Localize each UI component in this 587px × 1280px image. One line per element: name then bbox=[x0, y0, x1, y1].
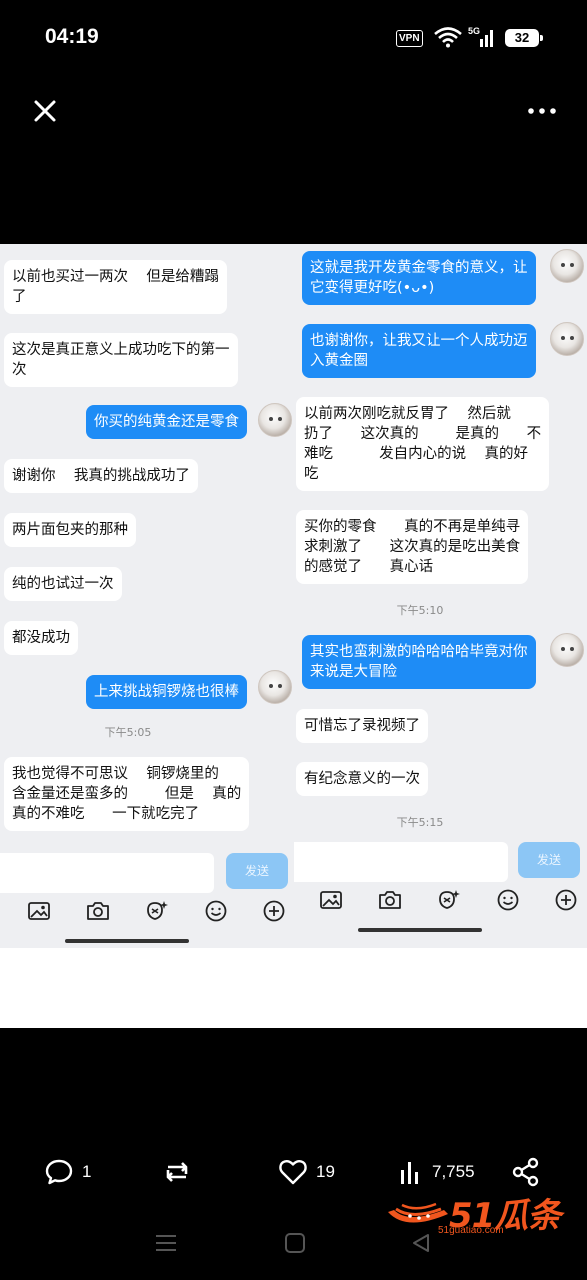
avatar bbox=[258, 670, 292, 704]
bar-chart-icon bbox=[401, 1162, 418, 1184]
avatar bbox=[550, 249, 584, 283]
heart-icon bbox=[279, 1159, 307, 1185]
chat-message: 有纪念意义的一次 bbox=[296, 762, 428, 796]
emoji-icon[interactable] bbox=[203, 898, 229, 924]
comment-button[interactable]: 1 bbox=[44, 1155, 91, 1189]
add-icon[interactable] bbox=[553, 887, 579, 913]
comment-icon bbox=[45, 1159, 73, 1185]
repost-button[interactable] bbox=[160, 1155, 194, 1189]
chat-message-self: 也谢谢你，让我又让一个人成功迈 入黄金圈 bbox=[302, 324, 536, 378]
image-icon[interactable] bbox=[26, 898, 52, 924]
comment-count: 1 bbox=[82, 1162, 92, 1181]
camera-icon[interactable] bbox=[85, 898, 111, 924]
sticker-icon[interactable] bbox=[144, 898, 170, 924]
add-icon[interactable] bbox=[261, 898, 287, 924]
chat-message: 可惜忘了录视频了 bbox=[296, 709, 428, 743]
more-options-icon[interactable] bbox=[526, 105, 558, 117]
chat-message: 我也觉得不可思议 铜锣烧里的 含金量还是蛮多的 但是 真的 真的不难吃 一下就吃… bbox=[4, 757, 250, 831]
chat-toolbar bbox=[294, 887, 587, 917]
emoji-icon[interactable] bbox=[495, 887, 521, 913]
message-input[interactable] bbox=[294, 842, 508, 882]
sticker-icon[interactable] bbox=[436, 887, 462, 913]
share-button[interactable] bbox=[510, 1155, 542, 1189]
chat-toolbar bbox=[0, 898, 294, 928]
camera-icon[interactable] bbox=[377, 887, 403, 913]
view-count: 7,755 bbox=[432, 1162, 475, 1181]
chat-timestamp: 下午5:15 bbox=[396, 816, 444, 829]
like-count: 19 bbox=[316, 1162, 335, 1181]
chat-screenshot-left: 以前也买过一两次 但是给糟蹋 了 这次是真正意义上成功吃下的第一 次 你买的纯黄… bbox=[0, 244, 294, 948]
message-input[interactable] bbox=[0, 853, 214, 893]
chat-screenshot-right: 这就是我开发黄金零食的意义，让 它变得更好吃(•ᴗ•) 也谢谢你，让我又让一个人… bbox=[294, 244, 587, 948]
repost-icon bbox=[166, 1162, 188, 1182]
chat-message-self: 上来挑战铜锣烧也很棒 bbox=[86, 675, 247, 709]
chat-message: 纯的也试过一次 bbox=[4, 567, 122, 601]
recent-apps-icon[interactable] bbox=[154, 1232, 178, 1254]
image-bottom-margin bbox=[0, 948, 587, 1028]
signal-icon: 5G bbox=[468, 26, 493, 47]
chat-message: 以前两次刚吃就反胃了 然后就 扔了 这次真的 是真的 不 难吃 发自内心的说 真… bbox=[296, 397, 550, 491]
image-icon[interactable] bbox=[318, 887, 344, 913]
send-button[interactable]: 发送 bbox=[518, 842, 580, 878]
chat-message: 买你的零食 真的不再是单纯寻 求刺激了 这次真的是吃出美食 的感觉了 真心话 bbox=[296, 510, 529, 584]
watermark-url: 51guatiao.com bbox=[438, 1225, 504, 1236]
chat-message: 以前也买过一两次 但是给糟蹋 了 bbox=[4, 260, 227, 314]
chat-message: 这次是真正意义上成功吃下的第一 次 bbox=[4, 333, 238, 387]
views-stat[interactable]: 7,755 bbox=[398, 1155, 475, 1189]
avatar bbox=[550, 322, 584, 356]
network-type: 5G bbox=[468, 26, 480, 36]
home-indicator bbox=[358, 928, 482, 932]
vpn-badge: VPN bbox=[396, 30, 423, 47]
like-button[interactable]: 19 bbox=[278, 1155, 335, 1189]
avatar bbox=[258, 403, 292, 437]
back-icon[interactable] bbox=[410, 1232, 432, 1254]
close-icon[interactable] bbox=[30, 96, 60, 126]
share-icon bbox=[512, 1157, 539, 1187]
chat-message: 都没成功 bbox=[4, 621, 78, 655]
wifi-icon bbox=[434, 27, 462, 48]
avatar bbox=[550, 633, 584, 667]
send-button[interactable]: 发送 bbox=[226, 853, 288, 889]
chat-message-self: 这就是我开发黄金零食的意义，让 它变得更好吃(•ᴗ•) bbox=[302, 251, 536, 305]
chat-message: 两片面包夹的那种 bbox=[4, 513, 136, 547]
chat-message-self: 其实也蛮刺激的哈哈哈哈毕竟对你 来说是大冒险 bbox=[302, 635, 536, 689]
status-bar: 04:19 VPN 5G 32 bbox=[0, 0, 587, 76]
chat-timestamp: 下午5:10 bbox=[396, 604, 444, 617]
battery-indicator: 32 bbox=[505, 29, 543, 47]
home-icon[interactable] bbox=[284, 1232, 306, 1254]
chat-message-self: 你买的纯黄金还是零食 bbox=[86, 405, 247, 439]
chat-timestamp: 下午5:05 bbox=[104, 726, 152, 739]
status-time: 04:19 bbox=[45, 25, 99, 48]
home-indicator bbox=[65, 939, 189, 943]
chat-message: 谢谢你 我真的挑战成功了 bbox=[4, 459, 198, 493]
